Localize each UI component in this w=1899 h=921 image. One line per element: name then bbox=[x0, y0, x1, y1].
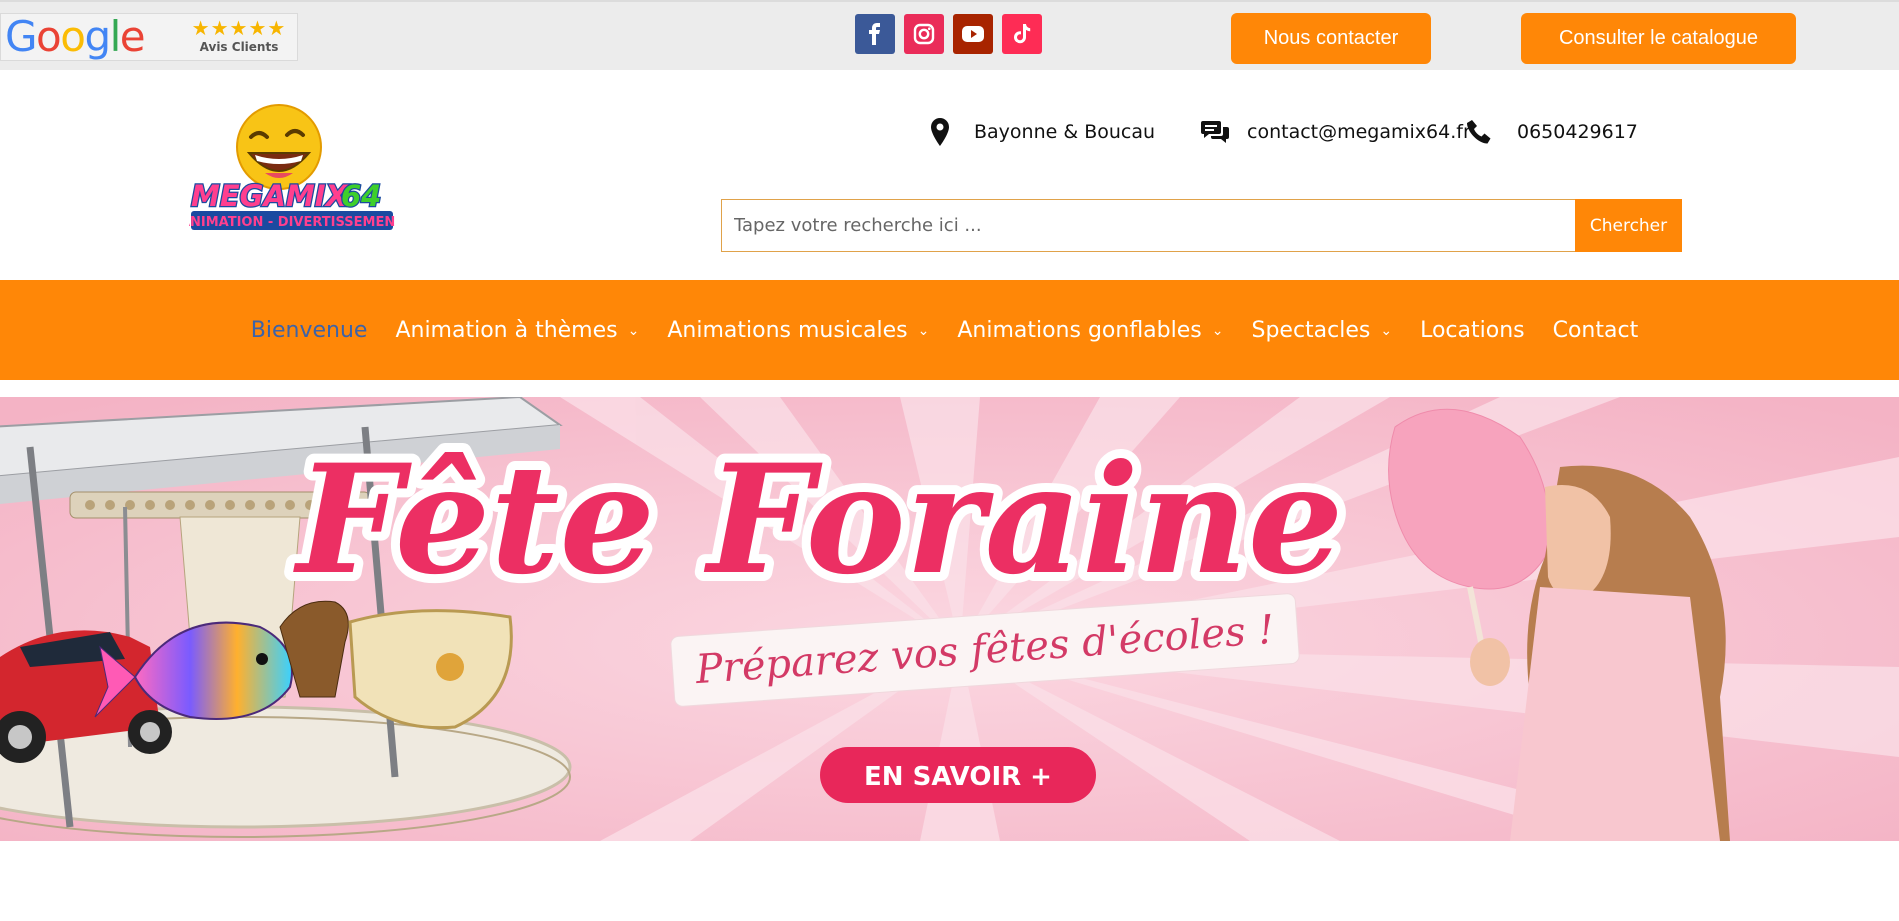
svg-text:MEGAMIX: MEGAMIX bbox=[191, 179, 350, 213]
svg-text:64: 64 bbox=[341, 179, 381, 213]
main-nav: Bienvenue Animation à thèmes ⌄ Animations… bbox=[0, 280, 1899, 380]
star-rating-icon: ★★★★★ bbox=[191, 16, 287, 40]
tiktok-icon[interactable] bbox=[1002, 14, 1042, 54]
nav-item-label: Animations musicales bbox=[667, 317, 908, 343]
phone-info[interactable]: 0650429617 bbox=[1465, 112, 1638, 152]
nav-item-label: Animations gonflables bbox=[957, 317, 1202, 343]
nav-item-contact[interactable]: Contact bbox=[1539, 318, 1653, 343]
phone-text: 0650429617 bbox=[1517, 121, 1638, 143]
location-info: Bayonne & Boucau bbox=[930, 112, 1155, 152]
hero-banner[interactable]: Fête Foraine Fête Foraine Préparez vos f… bbox=[0, 397, 1899, 841]
en-savoir-plus-button[interactable]: EN SAVOIR + bbox=[820, 747, 1096, 803]
nav-item-label: Spectacles bbox=[1251, 317, 1371, 343]
contact-button[interactable]: Nous contacter bbox=[1231, 13, 1431, 64]
facebook-icon[interactable] bbox=[855, 14, 895, 54]
email-info[interactable]: contact@megamix64.fr bbox=[1201, 112, 1471, 152]
svg-text:Fête Foraine: Fête Foraine bbox=[293, 432, 1344, 608]
nav-item-label: Bienvenue bbox=[250, 317, 368, 343]
nav-item-label: Animation à thèmes bbox=[395, 317, 618, 343]
nav-item-label: Contact bbox=[1552, 317, 1639, 343]
nav-item-locations[interactable]: Locations bbox=[1406, 318, 1539, 343]
chat-bubbles-icon bbox=[1201, 119, 1229, 145]
google-logo: Google bbox=[5, 12, 146, 61]
search-bar: Chercher bbox=[721, 199, 1682, 252]
reviews-block: ★★★★★ Avis Clients bbox=[181, 16, 297, 60]
nav-item-label: Locations bbox=[1420, 317, 1525, 343]
nav-item-animation-themes[interactable]: Animation à thèmes ⌄ bbox=[381, 318, 653, 343]
page-bottom-area bbox=[0, 841, 1899, 921]
nav-item-animations-gonflables[interactable]: Animations gonflables ⌄ bbox=[943, 318, 1237, 343]
top-bar: Google ★★★★★ Avis Clients Nous contacter… bbox=[0, 0, 1899, 70]
search-input[interactable] bbox=[721, 199, 1575, 252]
instagram-icon[interactable] bbox=[904, 14, 944, 54]
svg-text:EN SAVOIR +: EN SAVOIR + bbox=[864, 762, 1052, 792]
svg-text:ANIMATION - DIVERTISSEMENT: ANIMATION - DIVERTISSEMENT bbox=[189, 215, 395, 230]
nav-item-spectacles[interactable]: Spectacles ⌄ bbox=[1237, 318, 1406, 343]
phone-icon bbox=[1465, 118, 1493, 146]
nav-item-animations-musicales[interactable]: Animations musicales ⌄ bbox=[653, 318, 943, 343]
chevron-down-icon: ⌄ bbox=[1211, 323, 1224, 339]
map-pin-icon bbox=[930, 118, 950, 146]
email-text: contact@megamix64.fr bbox=[1247, 121, 1471, 143]
search-button[interactable]: Chercher bbox=[1575, 199, 1682, 252]
google-reviews-badge[interactable]: Google ★★★★★ Avis Clients bbox=[0, 13, 298, 61]
social-links bbox=[855, 14, 1042, 54]
chevron-down-icon: ⌄ bbox=[917, 323, 930, 339]
youtube-icon[interactable] bbox=[953, 14, 993, 54]
chevron-down-icon: ⌄ bbox=[1380, 323, 1393, 339]
reviews-label: Avis Clients bbox=[199, 40, 279, 54]
site-logo[interactable]: MEGAMIX 64 ANIMATION - DIVERTISSEMENT bbox=[180, 103, 404, 233]
catalogue-button[interactable]: Consulter le catalogue bbox=[1521, 13, 1796, 64]
chevron-down-icon: ⌄ bbox=[627, 323, 640, 339]
hero-banner-graphic: Fête Foraine Fête Foraine Préparez vos f… bbox=[0, 397, 1899, 841]
banner-title: Fête Foraine Fête Foraine bbox=[284, 423, 1353, 617]
nav-item-bienvenue[interactable]: Bienvenue bbox=[237, 318, 382, 343]
location-text: Bayonne & Boucau bbox=[974, 121, 1156, 143]
